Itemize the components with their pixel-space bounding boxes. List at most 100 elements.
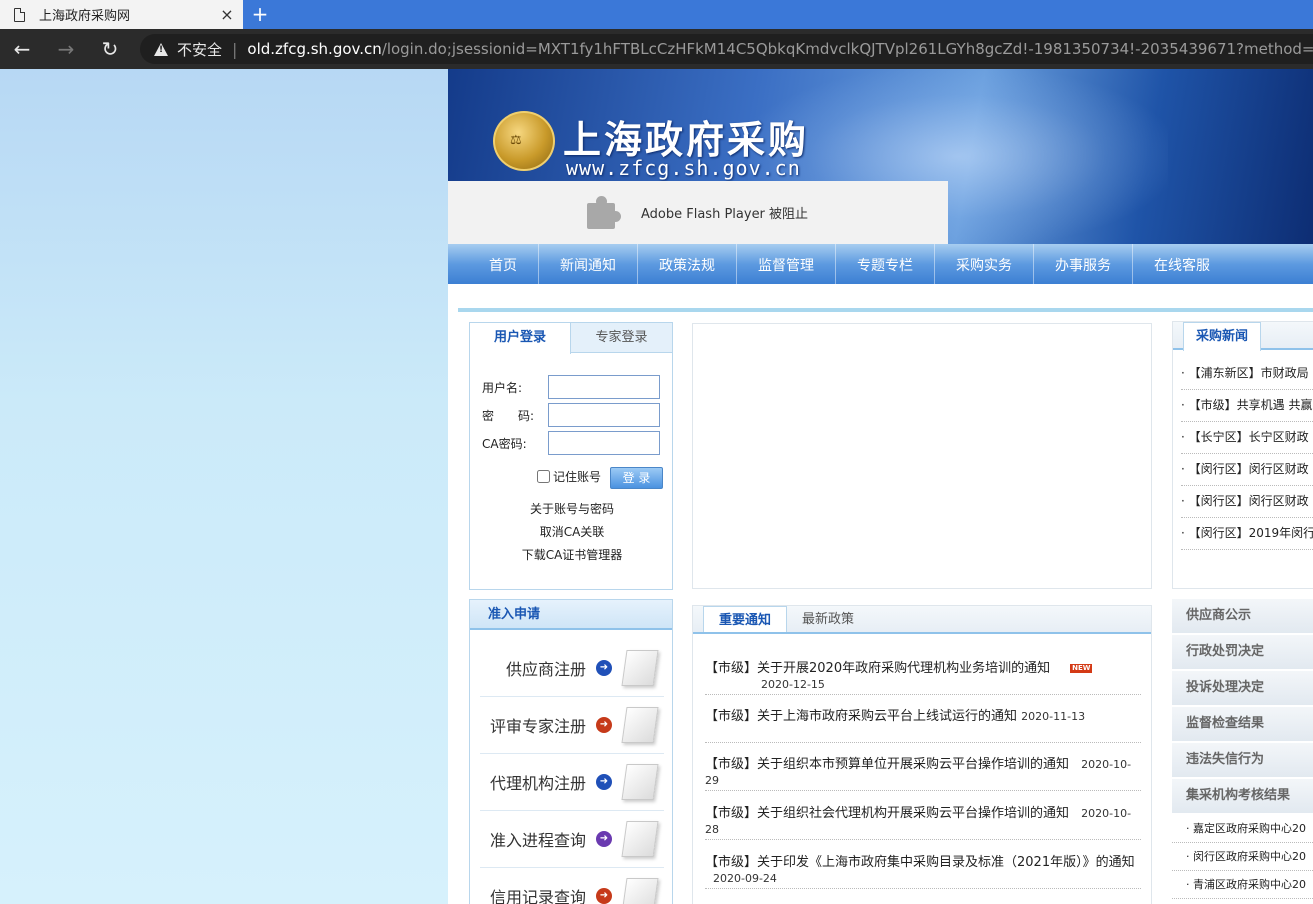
tab-latest-policy[interactable]: 最新政策 [787, 606, 869, 632]
notice-title: 【市级】关于组织社会代理机构开展采购云平台操作培训的通知 [705, 806, 1070, 821]
cancel-ca-link[interactable]: 取消CA关联 [470, 523, 674, 540]
notice-title: 【市级】关于开展2020年政府采购代理机构业务培训的通知 [705, 661, 1051, 676]
new-badge: NEW [1070, 664, 1093, 673]
notice-item[interactable]: 【市级】关于上海市政府采购云平台上线试运行的通知 2020-11-13 [705, 709, 1141, 743]
arrow-right-icon: → [57, 37, 75, 61]
close-tab-icon[interactable]: × [217, 5, 237, 24]
login-button[interactable]: 登 录 [610, 467, 663, 489]
notice-panel: 重要通知 最新政策 【市级】关于开展2020年政府采购代理机构业务培训的通知 NE… [692, 605, 1152, 904]
assessment-item[interactable]: · 闵行区政府采购中心20 [1172, 843, 1313, 871]
reg-item-label: 代理机构注册 [489, 774, 586, 793]
registration-panel: 准入申请 供应商注册 ➜ 评审专家注册 ➜ 代理机构注册 ➜ 准入进程查询 ➜ … [469, 599, 673, 904]
assessment-item[interactable]: · 青浦区政府采购中心20 [1172, 871, 1313, 899]
nav-supervision[interactable]: 监督管理 [737, 244, 836, 284]
ca-password-input[interactable] [548, 431, 660, 455]
arrow-left-icon: ← [13, 37, 31, 61]
remember-account: 记住账号 [537, 468, 601, 485]
url-path: /login.do;jsessionid=MXT1fy1hFTBLcCzHFkM… [381, 40, 1313, 58]
page-container: ⚖ 上海政府采购 www.zfcg.sh.gov.cn Adobe Flash … [448, 69, 1313, 904]
credit-record-link[interactable]: 信用记录查询 ➜ [480, 868, 664, 904]
nav-topics[interactable]: 专题专栏 [836, 244, 935, 284]
account-password-link[interactable]: 关于账号与密码 [470, 500, 674, 517]
page-background [0, 69, 448, 904]
warning-icon [154, 42, 168, 56]
remember-label: 记住账号 [553, 470, 602, 484]
supplier-announcement-link[interactable]: 供应商公示 [1172, 599, 1313, 635]
reg-item-label: 准入进程查询 [489, 831, 586, 850]
site-url: www.zfcg.sh.gov.cn [566, 156, 801, 180]
notice-item[interactable]: 【市级】关于组织本市预算单位开展采购云平台操作培训的通知 2020-10-29 [705, 757, 1141, 791]
administrative-penalty-link[interactable]: 行政处罚决定 [1172, 635, 1313, 671]
tab-user-login[interactable]: 用户登录 [470, 323, 571, 354]
password-label: 密 码: [482, 408, 535, 423]
news-item[interactable]: · 【闵行区】2019年闵行 [1181, 518, 1313, 550]
assessment-item[interactable]: · 嘉定区政府采购中心20 [1172, 815, 1313, 843]
remember-checkbox[interactable] [537, 470, 550, 483]
nav-policy[interactable]: 政策法规 [638, 244, 737, 284]
news-item[interactable]: · 【市级】共享机遇 共赢 [1181, 390, 1313, 422]
agency-register-link[interactable]: 代理机构注册 ➜ [480, 754, 664, 811]
inspection-results-link[interactable]: 监督检查结果 [1172, 707, 1313, 743]
notice-title: 【市级】关于上海市政府采购云平台上线试运行的通知 [705, 709, 1018, 724]
login-tabs: 用户登录 专家登录 [470, 323, 672, 354]
nav-services[interactable]: 办事服务 [1034, 244, 1133, 284]
news-item[interactable]: · 【长宁区】长宁区财政 [1181, 422, 1313, 454]
notice-item[interactable]: 【市级】关于组织社会代理机构开展采购云平台操作培训的通知 2020-10-28 [705, 806, 1141, 840]
reload-button[interactable]: ↻ [88, 29, 132, 69]
emblem-logo: ⚖ [493, 111, 555, 171]
arrow-right-icon: ➜ [596, 717, 612, 733]
plugin-puzzle-icon [583, 195, 621, 231]
address-bar[interactable]: 不安全 | old.zfcg.sh.gov.cn/login.do;jsessi… [140, 34, 1313, 64]
ca-password-row: CA密码: [482, 431, 660, 455]
tab-title: 上海政府采购网 [39, 9, 131, 24]
login-panel: 用户登录 专家登录 用户名: 密 码: CA密码: 记住账号 登 录 关于账号与… [469, 322, 673, 590]
arrow-right-icon: ➜ [596, 774, 612, 790]
browser-tab[interactable]: 上海政府采购网 × [0, 0, 243, 29]
notice-title: 【市级】关于组织本市预算单位开展采购云平台操作培训的通知 [705, 757, 1070, 772]
browser-tabbar: 上海政府采购网 × + [0, 0, 1313, 29]
nav-online-support[interactable]: 在线客服 [1133, 244, 1231, 284]
notice-item[interactable]: 【市级】关于开展2020年政府采购代理机构业务培训的通知 NEW 2020-12-… [705, 661, 1141, 695]
download-ca-manager-link[interactable]: 下载CA证书管理器 [470, 546, 674, 563]
notice-tabs: 重要通知 最新政策 [693, 606, 1151, 634]
folder-icon [621, 764, 659, 800]
nav-practice[interactable]: 采购实务 [935, 244, 1034, 284]
username-input[interactable] [548, 375, 660, 399]
supplier-register-link[interactable]: 供应商注册 ➜ [480, 640, 664, 697]
registration-title: 准入申请 [470, 600, 672, 630]
password-input[interactable] [548, 403, 660, 427]
tab-expert-login[interactable]: 专家登录 [571, 323, 672, 352]
url-host: old.zfcg.sh.gov.cn [247, 40, 382, 58]
main-nav: 首页 新闻通知 政策法规 监督管理 专题专栏 采购实务 办事服务 在线客服 [448, 244, 1313, 284]
news-item[interactable]: · 【闵行区】闵行区财政 [1181, 486, 1313, 518]
assessment-list: · 嘉定区政府采购中心20 · 闵行区政府采购中心20 · 青浦区政府采购中心2… [1172, 815, 1313, 899]
username-label: 用户名: [482, 380, 523, 395]
flash-blocked-placeholder[interactable]: Adobe Flash Player 被阻止 [448, 181, 948, 244]
dishonest-behavior-link[interactable]: 违法失信行为 [1172, 743, 1313, 779]
insecure-label[interactable]: 不安全 [177, 39, 222, 60]
news-item[interactable]: · 【闵行区】闵行区财政 [1181, 454, 1313, 486]
back-button[interactable]: ← [0, 29, 44, 69]
reg-item-label: 供应商注册 [505, 660, 586, 679]
agency-assessment-link[interactable]: 集采机构考核结果 [1172, 779, 1313, 815]
nav-home[interactable]: 首页 [468, 244, 539, 284]
media-placeholder [692, 323, 1152, 589]
search-document-icon [621, 707, 659, 743]
tab-important-notices[interactable]: 重要通知 [703, 606, 788, 632]
notice-date: 2020-12-15 [761, 678, 825, 691]
document-icon [621, 878, 659, 904]
nav-news[interactable]: 新闻通知 [539, 244, 638, 284]
tab-procurement-news[interactable]: 采购新闻 [1183, 322, 1262, 351]
site-banner: ⚖ 上海政府采购 www.zfcg.sh.gov.cn Adobe Flash … [448, 69, 1313, 244]
reload-icon: ↻ [101, 37, 119, 61]
notice-item[interactable]: 【市级】关于印发《上海市政府集中采购目录及标准（2021年版）》的通知 2020… [705, 855, 1141, 889]
expert-register-link[interactable]: 评审专家注册 ➜ [480, 697, 664, 754]
notice-date: 2020-11-13 [1021, 710, 1086, 723]
complaint-handling-link[interactable]: 投诉处理决定 [1172, 671, 1313, 707]
forward-button[interactable]: → [44, 29, 88, 69]
news-item[interactable]: · 【浦东新区】市财政局 [1181, 358, 1313, 390]
news-tabs: 采购新闻 [1173, 322, 1313, 351]
new-tab-button[interactable]: + [248, 2, 272, 26]
admission-progress-link[interactable]: 准入进程查询 ➜ [480, 811, 664, 868]
address-separator: | [232, 39, 238, 59]
